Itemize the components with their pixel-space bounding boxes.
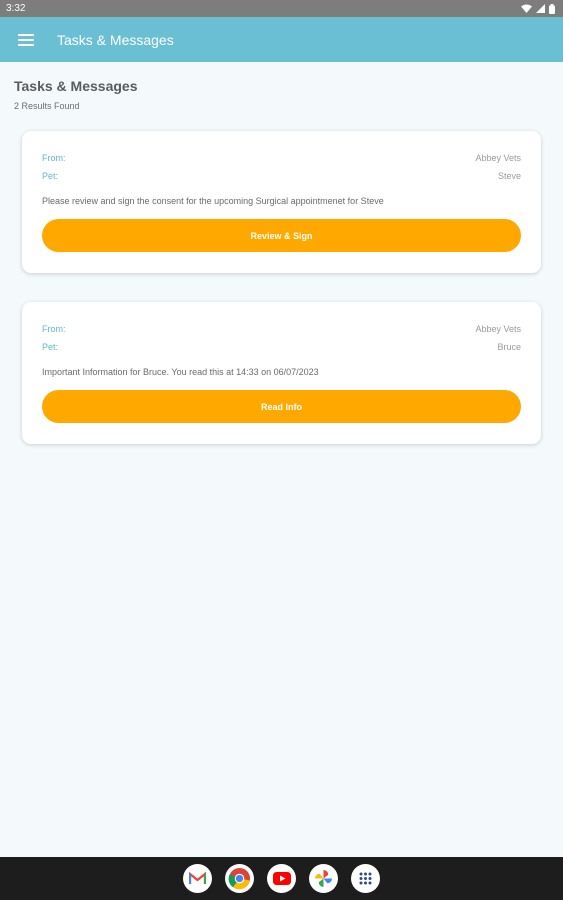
signal-icon (536, 4, 545, 13)
from-value: Abbey Vets (475, 324, 521, 334)
from-label: From: (42, 324, 66, 334)
card-pet-row: Pet: Bruce (42, 342, 521, 352)
message-card: From: Abbey Vets Pet: Bruce Important In… (22, 302, 541, 444)
app-bar: Tasks & Messages (0, 17, 563, 62)
card-from-row: From: Abbey Vets (42, 324, 521, 334)
hamburger-menu-icon[interactable] (18, 33, 34, 46)
battery-icon (549, 3, 555, 14)
card-message: Please review and sign the consent for t… (42, 196, 384, 206)
from-label: From: (42, 153, 66, 163)
main-content: Tasks & Messages 2 Results Found From: A… (0, 62, 563, 857)
app-bar-title: Tasks & Messages (57, 31, 174, 48)
card-message: Important Information for Bruce. You rea… (42, 367, 319, 377)
chrome-icon[interactable] (225, 864, 254, 893)
gmail-icon[interactable] (183, 864, 212, 893)
review-sign-button[interactable]: Review & Sign (42, 219, 521, 252)
pet-label: Pet: (42, 342, 59, 352)
card-from-row: From: Abbey Vets (42, 153, 521, 163)
navigation-bar (0, 857, 563, 900)
status-time: 3:32 (6, 3, 26, 14)
status-icons (521, 3, 555, 14)
card-pet-row: Pet: Steve (42, 171, 521, 181)
youtube-icon[interactable] (267, 864, 296, 893)
from-value: Abbey Vets (475, 153, 521, 163)
pet-value: Bruce (497, 342, 521, 352)
app-drawer-icon[interactable] (351, 864, 380, 893)
pet-value: Steve (497, 171, 521, 181)
photos-icon[interactable] (309, 864, 338, 893)
task-card: From: Abbey Vets Pet: Steve Please revie… (22, 131, 541, 273)
page-title: Tasks & Messages (14, 78, 138, 94)
read-info-button[interactable]: Read Info (42, 390, 521, 423)
wifi-icon (521, 4, 532, 13)
pet-label: Pet: (42, 171, 59, 181)
results-count: 2 Results Found (14, 101, 80, 111)
status-bar: 3:32 (0, 0, 563, 17)
